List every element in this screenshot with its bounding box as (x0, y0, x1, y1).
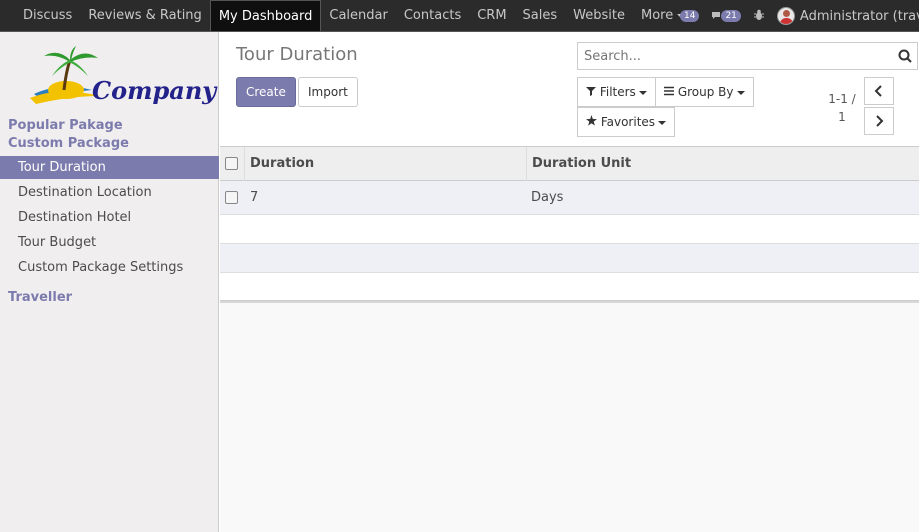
column-divider (526, 147, 527, 181)
filter-icon (586, 87, 596, 96)
cell-duration-unit: Days (531, 190, 564, 205)
app-menu: Discuss Reviews & Rating My Dashboard Ca… (15, 0, 693, 32)
systray: 14 21 Administrator (travel11 (676, 0, 919, 32)
sidebar-item-destination-hotel[interactable]: Destination Hotel (0, 206, 219, 229)
pager-range: 1-1 / (828, 92, 856, 106)
activity-count-badge: 14 (680, 10, 700, 22)
list-icon (664, 86, 674, 96)
messages-count-badge: 21 (721, 10, 741, 22)
chevron-down-icon (736, 90, 745, 95)
control-panel: Tour Duration Create Import Filters Grou… (220, 32, 919, 147)
table-header: Duration Duration Unit (220, 147, 919, 181)
menu-more-label: More (640, 8, 674, 23)
main-content: Tour Duration Create Import Filters Grou… (220, 32, 919, 532)
filters-button[interactable]: Filters (577, 77, 656, 107)
menu-discuss[interactable]: Discuss (15, 0, 80, 31)
table-row-empty (220, 215, 919, 244)
chevron-down-icon (638, 90, 647, 95)
search-input[interactable] (578, 43, 888, 69)
company-logo[interactable]: Company (30, 46, 216, 108)
pager-total: 1 (838, 110, 846, 124)
import-button[interactable]: Import (298, 77, 358, 107)
company-logo-text: Company (92, 76, 217, 105)
sidebar-item-tour-duration[interactable]: Tour Duration (0, 156, 219, 179)
row-checkbox[interactable] (225, 191, 238, 204)
menu-calendar[interactable]: Calendar (321, 0, 395, 31)
create-button[interactable]: Create (236, 77, 296, 107)
menu-crm[interactable]: CRM (469, 0, 514, 31)
star-icon (586, 115, 597, 126)
group-by-button[interactable]: Group By (655, 77, 754, 107)
column-header-duration[interactable]: Duration (250, 156, 314, 171)
top-navbar: Discuss Reviews & Rating My Dashboard Ca… (0, 0, 919, 32)
table-row-empty (220, 244, 919, 273)
table-row[interactable]: 7 Days (220, 181, 919, 215)
sidebar-item-destination-location[interactable]: Destination Location (0, 181, 219, 204)
table-row-empty (220, 273, 919, 301)
menu-website[interactable]: Website (565, 0, 633, 31)
pager-next-button[interactable] (864, 107, 894, 135)
column-divider (244, 147, 245, 181)
user-menu[interactable]: Administrator (travel11 (800, 9, 919, 24)
chevron-down-icon (658, 120, 667, 125)
filters-label: Filters (599, 85, 636, 99)
menu-contacts[interactable]: Contacts (396, 0, 469, 31)
messaging-button[interactable]: 21 (711, 10, 741, 22)
pager-previous-button[interactable] (864, 77, 894, 105)
cell-duration: 7 (250, 190, 259, 205)
activity-button[interactable]: 14 (676, 10, 700, 22)
menu-my-dashboard[interactable]: My Dashboard (209, 0, 322, 31)
search-box (577, 42, 918, 70)
sidebar-section-custom-package[interactable]: Custom Package (8, 136, 129, 151)
chevron-right-icon (876, 115, 884, 127)
sidebar-section-popular-pakage[interactable]: Popular Pakage (8, 118, 123, 133)
chevron-left-icon (874, 85, 882, 97)
page-title: Tour Duration (236, 44, 358, 65)
sidebar-section-traveller[interactable]: Traveller (8, 290, 72, 305)
chat-icon (712, 12, 721, 19)
pager-value[interactable]: 1-1 / 1 (825, 90, 859, 126)
avatar[interactable] (776, 7, 795, 25)
favorites-label: Favorites (600, 115, 656, 129)
sidebar-item-custom-package-settings[interactable]: Custom Package Settings (0, 256, 219, 279)
table-footer (220, 300, 919, 303)
favorites-button[interactable]: Favorites (577, 107, 676, 137)
bug-icon (753, 9, 764, 20)
group-by-label: Group By (677, 85, 734, 99)
debug-button[interactable] (753, 9, 765, 24)
column-header-duration-unit[interactable]: Duration Unit (532, 156, 631, 171)
menu-reviews-rating[interactable]: Reviews & Rating (80, 0, 209, 31)
select-all-checkbox[interactable] (225, 157, 238, 170)
search-icon[interactable] (898, 49, 912, 63)
sidebar: Company Popular Pakage Custom Package To… (0, 32, 219, 532)
menu-sales[interactable]: Sales (515, 0, 566, 31)
sidebar-item-tour-budget[interactable]: Tour Budget (0, 231, 219, 254)
